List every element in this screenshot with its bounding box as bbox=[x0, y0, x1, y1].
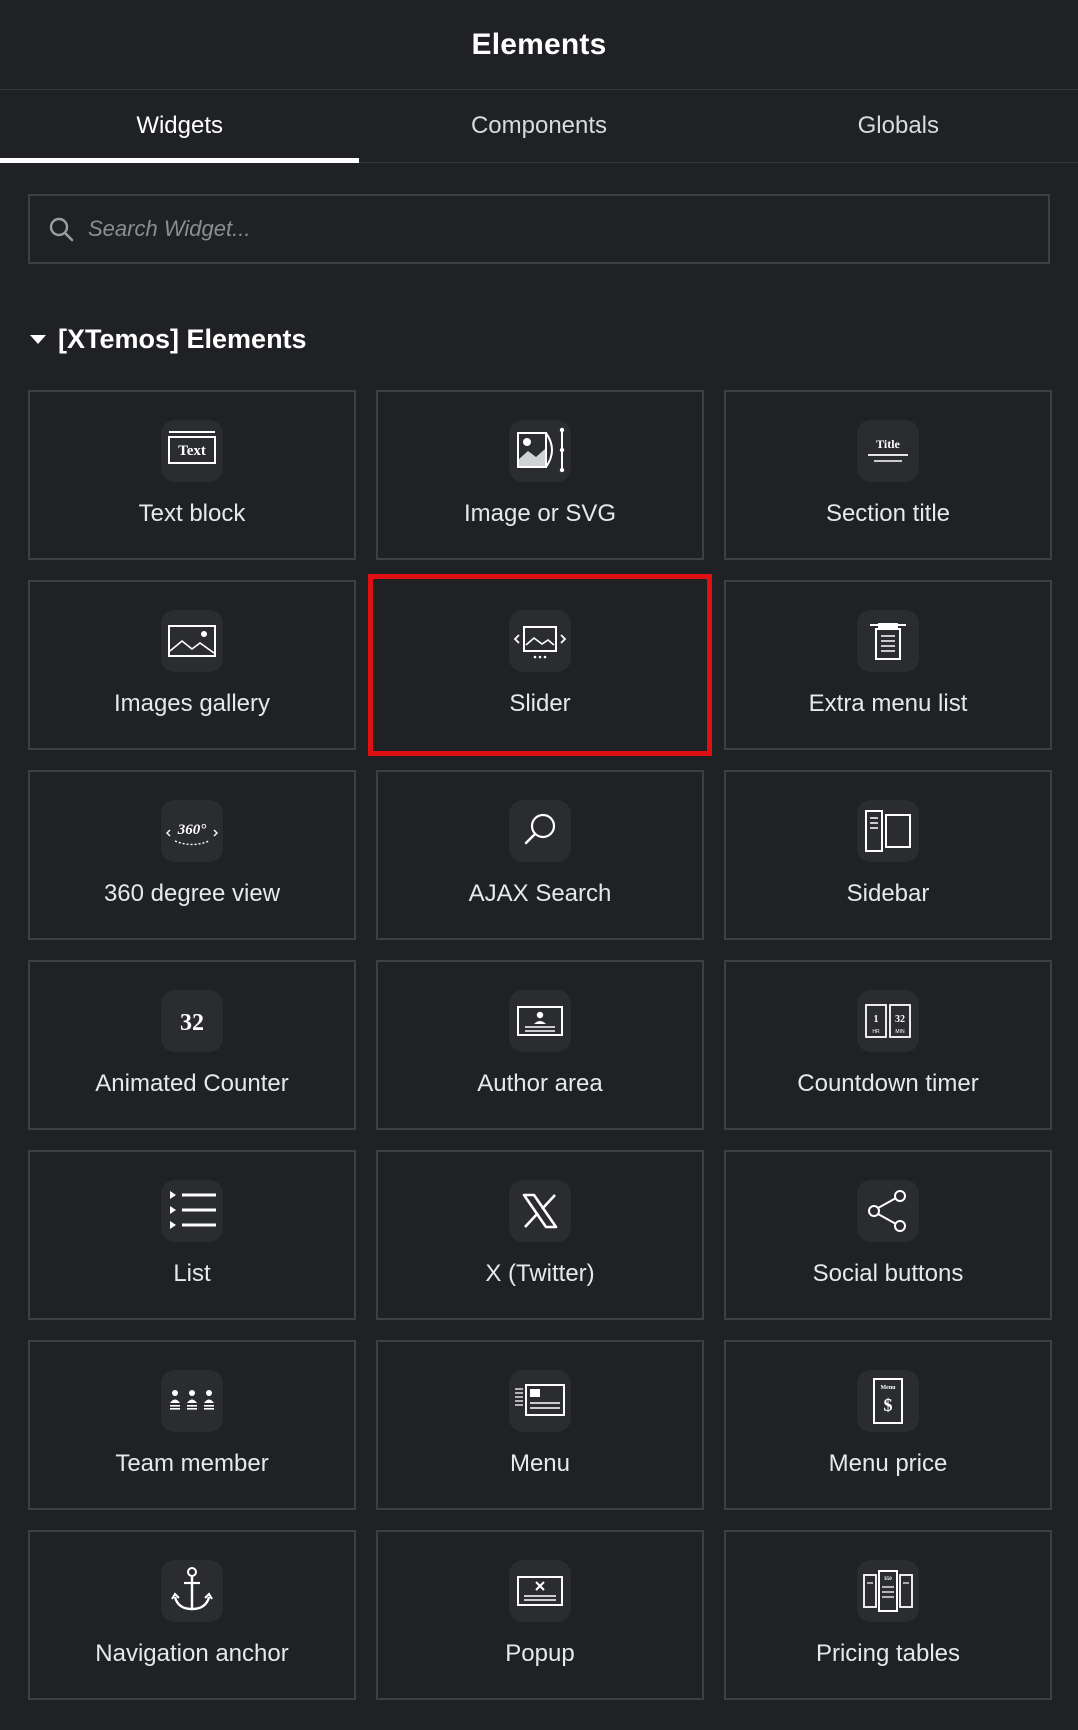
text-block-icon-label: Text bbox=[178, 443, 206, 459]
slider-icon bbox=[509, 610, 571, 672]
widget-label: Sidebar bbox=[846, 880, 930, 907]
widget-menu-price[interactable]: Menu $ Menu price bbox=[724, 1340, 1052, 1510]
widget-360-degree-view[interactable]: 360° 360 degree view bbox=[28, 770, 356, 940]
panel-title: Elements bbox=[471, 27, 607, 61]
popup-icon bbox=[509, 1560, 571, 1622]
search-input[interactable] bbox=[88, 216, 1048, 242]
images-gallery-icon bbox=[161, 610, 223, 672]
search-box[interactable] bbox=[28, 194, 1050, 264]
widget-author-area[interactable]: Author area bbox=[376, 960, 704, 1130]
ajax-search-icon bbox=[509, 800, 571, 862]
widget-label: X (Twitter) bbox=[485, 1260, 595, 1287]
section-title-icon: Title bbox=[857, 420, 919, 482]
widget-label: AJAX Search bbox=[468, 880, 612, 907]
widget-navigation-anchor[interactable]: Navigation anchor bbox=[28, 1530, 356, 1700]
360-view-icon: 360° bbox=[161, 800, 223, 862]
widget-label: Animated Counter bbox=[95, 1070, 289, 1097]
countdown-minutes-value: 32 bbox=[895, 1014, 905, 1025]
widget-label: Team member bbox=[115, 1450, 269, 1477]
countdown-timer-icon: 1 32 HR MIN bbox=[857, 990, 919, 1052]
team-member-icon bbox=[161, 1370, 223, 1432]
widget-text-block[interactable]: Text Text block bbox=[28, 390, 356, 560]
countdown-hours-value: 1 bbox=[874, 1014, 879, 1025]
tab-bar: Widgets Components Globals bbox=[0, 90, 1078, 163]
menu-price-tag: Menu bbox=[881, 1385, 897, 1391]
widget-label: Slider bbox=[509, 690, 571, 717]
navigation-anchor-icon bbox=[161, 1560, 223, 1622]
widget-grid: Text Text block Image or SVG Title Secti… bbox=[28, 390, 1052, 1700]
extra-menu-list-icon bbox=[857, 610, 919, 672]
widget-label: Images gallery bbox=[113, 690, 271, 717]
list-icon bbox=[161, 1180, 223, 1242]
animated-counter-icon: 32 bbox=[161, 990, 223, 1052]
pricing-tables-icon: $50 bbox=[857, 1560, 919, 1622]
widget-menu[interactable]: Menu bbox=[376, 1340, 704, 1510]
text-block-icon: Text bbox=[161, 420, 223, 482]
countdown-hours-unit: HR bbox=[872, 1029, 880, 1035]
widget-label: 360 degree view bbox=[103, 880, 281, 907]
menu-price-icon: Menu $ bbox=[857, 1370, 919, 1432]
widget-popup[interactable]: Popup bbox=[376, 1530, 704, 1700]
widget-label: Menu price bbox=[828, 1450, 948, 1477]
widget-pricing-tables[interactable]: $50 Pricing tables bbox=[724, 1530, 1052, 1700]
widget-label: Section title bbox=[825, 500, 951, 527]
widget-label: List bbox=[173, 1260, 211, 1287]
sidebar-icon bbox=[857, 800, 919, 862]
tab-globals[interactable]: Globals bbox=[719, 90, 1078, 162]
panel-header: Elements bbox=[0, 0, 1078, 90]
author-area-icon bbox=[509, 990, 571, 1052]
section-title-icon-label: Title bbox=[876, 437, 900, 451]
widget-label: Popup bbox=[505, 1640, 575, 1667]
search-wrap bbox=[0, 163, 1078, 264]
360-view-icon-label: 360° bbox=[177, 822, 207, 838]
widget-list[interactable]: List bbox=[28, 1150, 356, 1320]
widget-section-title[interactable]: Title Section title bbox=[724, 390, 1052, 560]
caret-down-icon bbox=[30, 335, 46, 344]
widget-image-or-svg[interactable]: Image or SVG bbox=[376, 390, 704, 560]
widget-label: Menu bbox=[509, 1450, 571, 1477]
widget-social-buttons[interactable]: Social buttons bbox=[724, 1150, 1052, 1320]
widget-ajax-search[interactable]: AJAX Search bbox=[376, 770, 704, 940]
social-buttons-icon bbox=[857, 1180, 919, 1242]
widget-sidebar[interactable]: Sidebar bbox=[724, 770, 1052, 940]
tab-widgets[interactable]: Widgets bbox=[0, 90, 360, 163]
widget-label: Extra menu list bbox=[808, 690, 968, 717]
widget-countdown-timer[interactable]: 1 32 HR MIN Countdown timer bbox=[724, 960, 1052, 1130]
x-twitter-icon bbox=[509, 1180, 571, 1242]
widget-label: Author area bbox=[477, 1070, 603, 1097]
widget-images-gallery[interactable]: Images gallery bbox=[28, 580, 356, 750]
pricing-tables-price: $50 bbox=[884, 1577, 892, 1582]
widget-extra-menu-list[interactable]: Extra menu list bbox=[724, 580, 1052, 750]
countdown-minutes-unit: MIN bbox=[895, 1029, 905, 1035]
animated-counter-icon-label: 32 bbox=[180, 1010, 204, 1036]
tab-components[interactable]: Components bbox=[359, 90, 718, 162]
category-toggle[interactable]: [XTemos] Elements bbox=[30, 324, 1078, 355]
widget-x-twitter[interactable]: X (Twitter) bbox=[376, 1150, 704, 1320]
widget-label: Countdown timer bbox=[797, 1070, 979, 1097]
image-svg-icon bbox=[509, 420, 571, 482]
category-title: [XTemos] Elements bbox=[58, 324, 307, 354]
search-icon bbox=[49, 217, 74, 242]
menu-icon bbox=[509, 1370, 571, 1432]
widget-animated-counter[interactable]: 32 Animated Counter bbox=[28, 960, 356, 1130]
widget-slider[interactable]: Slider bbox=[368, 574, 712, 756]
menu-price-dollar: $ bbox=[884, 1395, 893, 1415]
widget-label: Pricing tables bbox=[815, 1640, 961, 1667]
widget-label: Text block bbox=[138, 500, 246, 527]
widget-team-member[interactable]: Team member bbox=[28, 1340, 356, 1510]
widget-label: Social buttons bbox=[812, 1260, 964, 1287]
widget-label: Navigation anchor bbox=[95, 1640, 289, 1667]
widget-label: Image or SVG bbox=[463, 500, 617, 527]
